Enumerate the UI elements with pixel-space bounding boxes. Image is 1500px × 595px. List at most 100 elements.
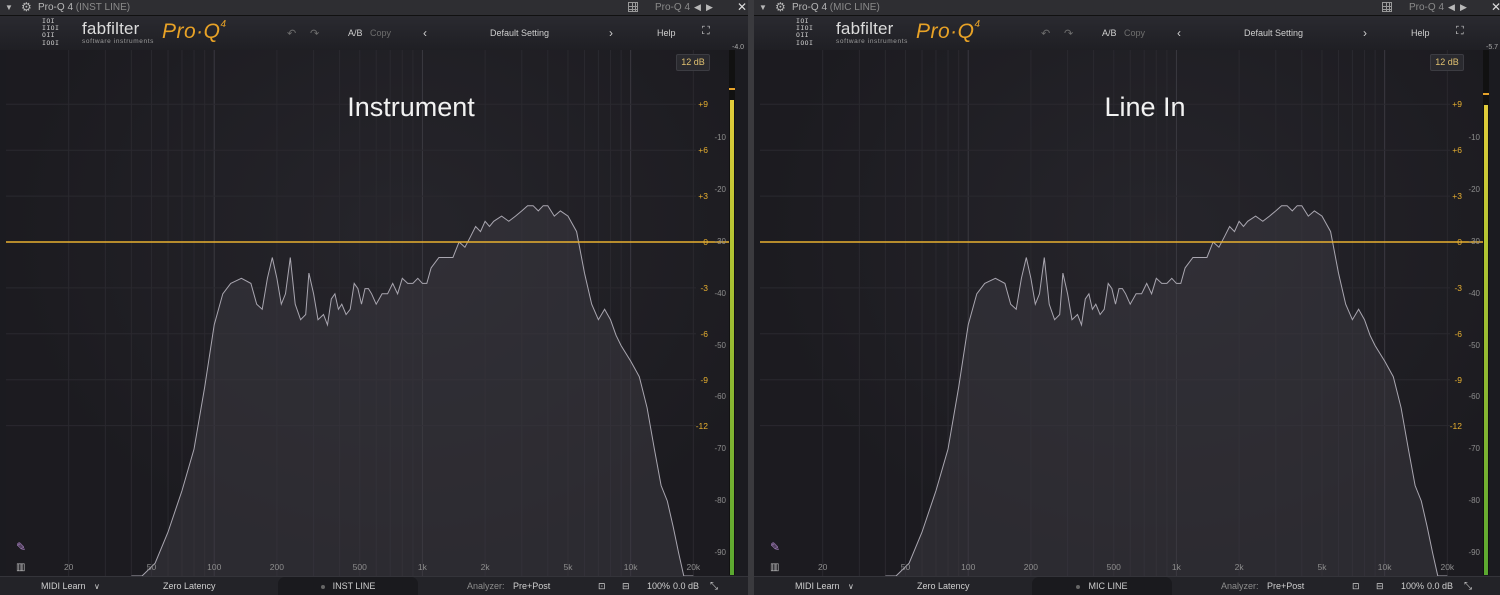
host-preset-name[interactable]: Pro-Q 4	[655, 0, 690, 15]
pencil-icon[interactable]: ✎	[770, 540, 784, 554]
eq-display[interactable]: 12 dB -4.0 Instrument ✎ ▥ +9 +6 +3 0 -3 -6 -9-…	[6, 44, 744, 576]
pencil-icon[interactable]: ✎	[16, 540, 30, 554]
resize-icon[interactable]: ⤡	[1464, 577, 1472, 595]
eq-display[interactable]: 12 dB -5.7 Line In ✎ ▥ +9 +6 +3 0 -3 -6 -9 -12-…	[760, 44, 1498, 576]
spectrum-fill	[131, 205, 694, 576]
plugin-window-mic: ▼ ⚙ Pro-Q 4 (MIC LINE) Pro-Q 4 ◀ ▶ ✕ IOI…	[754, 0, 1500, 595]
midi-icon[interactable]: ⊡	[598, 577, 606, 595]
analyzer-scale-label: -50	[1468, 340, 1480, 350]
analyzer-label: Analyzer:	[467, 581, 505, 591]
eq-scale-label: -12	[695, 420, 708, 431]
freq-scale-label: 20k	[686, 562, 701, 572]
chevron-right-icon[interactable]: ▶	[706, 0, 713, 15]
analyzer-scale-label: -70	[714, 444, 726, 454]
freq-scale-label: 1k	[1171, 562, 1181, 572]
ab-button[interactable]: A/B	[348, 28, 363, 38]
host-preset-name[interactable]: Pro-Q 4	[1409, 0, 1444, 15]
preset-prev-icon[interactable]: ‹	[423, 26, 427, 40]
copy-button[interactable]: Copy	[1124, 28, 1145, 38]
preset-next-icon[interactable]: ›	[609, 26, 613, 40]
chevron-right-icon[interactable]: ▶	[1460, 0, 1467, 15]
help-button[interactable]: Help	[1411, 28, 1430, 38]
spectrum-fill	[885, 205, 1448, 576]
host-plugin-name: Pro-Q 4	[792, 2, 828, 13]
undo-icon[interactable]: ↶	[1041, 27, 1050, 40]
piano-icon[interactable]: ▥	[770, 562, 779, 573]
eq-scale-label: +6	[1452, 145, 1462, 156]
output-level-meter	[729, 50, 735, 575]
close-icon[interactable]: ✕	[1491, 0, 1500, 15]
fullscreen-icon[interactable]: ⛶	[1456, 25, 1464, 38]
analyzer-mode-button[interactable]: Pre+Post	[513, 577, 550, 595]
close-icon[interactable]: ✕	[737, 0, 747, 15]
help-button[interactable]: Help	[657, 28, 676, 38]
midi-learn-button[interactable]: MIDI Learn	[795, 577, 840, 595]
freq-scale-label: 2k	[480, 562, 490, 572]
grid-icon[interactable]	[1382, 2, 1392, 12]
eq-scale-label: +6	[698, 145, 708, 156]
bottom-bar: MIDI Learn ∨ Zero Latency MIC LINE Analy…	[754, 576, 1500, 595]
chevron-left-icon[interactable]: ◀	[694, 0, 701, 15]
display-range-button[interactable]: 12 dB	[1430, 54, 1464, 71]
freq-scale-label: 10k	[1377, 562, 1392, 572]
instance-tab[interactable]: INST LINE	[278, 577, 418, 595]
host-track-name: (MIC LINE)	[829, 2, 880, 13]
display-range-button[interactable]: 12 dB	[676, 54, 710, 71]
analyzer-mode-button[interactable]: Pre+Post	[1267, 577, 1304, 595]
preset-prev-icon[interactable]: ‹	[1177, 26, 1181, 40]
preset-name[interactable]: Default Setting	[490, 28, 549, 38]
midi-learn-button[interactable]: MIDI Learn	[41, 577, 86, 595]
host-title-bar: ▼ ⚙ Pro-Q 4 (MIC LINE) Pro-Q 4 ◀ ▶ ✕	[754, 0, 1500, 16]
chevron-down-icon[interactable]: ∨	[848, 577, 854, 595]
gear-icon[interactable]: ⚙	[21, 0, 32, 15]
freq-scale-label: 20k	[1440, 562, 1455, 572]
chevron-down-icon[interactable]: ∨	[94, 577, 100, 595]
freq-scale-label: 10k	[623, 562, 638, 572]
copy-button[interactable]: Copy	[370, 28, 391, 38]
latency-mode-button[interactable]: Zero Latency	[917, 577, 970, 595]
output-level-meter	[1483, 50, 1489, 575]
analyzer-scale-label: -60	[714, 392, 726, 402]
eq-graph[interactable]	[760, 50, 1484, 576]
output-gain-value[interactable]: 0.0 dB	[1427, 577, 1453, 595]
instance-name: MIC LINE	[1088, 581, 1128, 591]
fullscreen-icon[interactable]: ⛶	[702, 25, 710, 38]
ab-button[interactable]: A/B	[1102, 28, 1117, 38]
piano-icon[interactable]: ▥	[16, 562, 25, 573]
freq-scale-label: 100	[207, 562, 222, 572]
analyzer-scale-label: -80	[1468, 496, 1480, 505]
midi-icon[interactable]: ⊡	[1352, 577, 1360, 595]
preset-next-icon[interactable]: ›	[1363, 26, 1367, 40]
meter-peak	[729, 87, 735, 90]
latency-mode-button[interactable]: Zero Latency	[163, 577, 216, 595]
overlay-label: Instrument	[347, 92, 475, 122]
chevron-left-icon[interactable]: ◀	[1448, 0, 1455, 15]
zoom-value[interactable]: 100%	[647, 577, 670, 595]
host-title-bar: ▼ ⚙ Pro-Q 4 (INST LINE) Pro-Q 4 ◀ ▶ ✕	[0, 0, 748, 16]
triangle-down-icon[interactable]: ▼	[759, 0, 767, 15]
logo-bits: IOI IIOI OII IOOI	[42, 17, 60, 47]
gear-icon[interactable]: ⚙	[775, 0, 786, 15]
product-version: 4	[974, 19, 981, 30]
redo-icon[interactable]: ↷	[1064, 27, 1073, 40]
product-version: 4	[220, 19, 227, 30]
freq-scale-label: 200	[1023, 562, 1038, 572]
undo-icon[interactable]: ↶	[287, 27, 296, 40]
product-name: Pro·Q	[162, 20, 221, 43]
triangle-down-icon[interactable]: ▼	[5, 0, 13, 15]
preset-name[interactable]: Default Setting	[1244, 28, 1303, 38]
eq-graph[interactable]	[6, 50, 730, 576]
redo-icon[interactable]: ↷	[310, 27, 319, 40]
trash-icon[interactable]: ⊟	[622, 577, 630, 595]
instance-name: INST LINE	[332, 581, 376, 591]
output-gain-value[interactable]: 0.0 dB	[673, 577, 699, 595]
trash-icon[interactable]: ⊟	[1376, 577, 1384, 595]
instance-tab[interactable]: MIC LINE	[1032, 577, 1172, 595]
resize-icon[interactable]: ⤡	[710, 577, 718, 595]
analyzer-scale-label: -60	[1468, 392, 1480, 402]
brand-logo: fabfilter	[836, 19, 894, 38]
zoom-value[interactable]: 100%	[1401, 577, 1424, 595]
host-track-name: (INST LINE)	[75, 2, 131, 13]
eq-scale-label: -12	[1449, 420, 1462, 431]
grid-icon[interactable]	[628, 2, 638, 12]
